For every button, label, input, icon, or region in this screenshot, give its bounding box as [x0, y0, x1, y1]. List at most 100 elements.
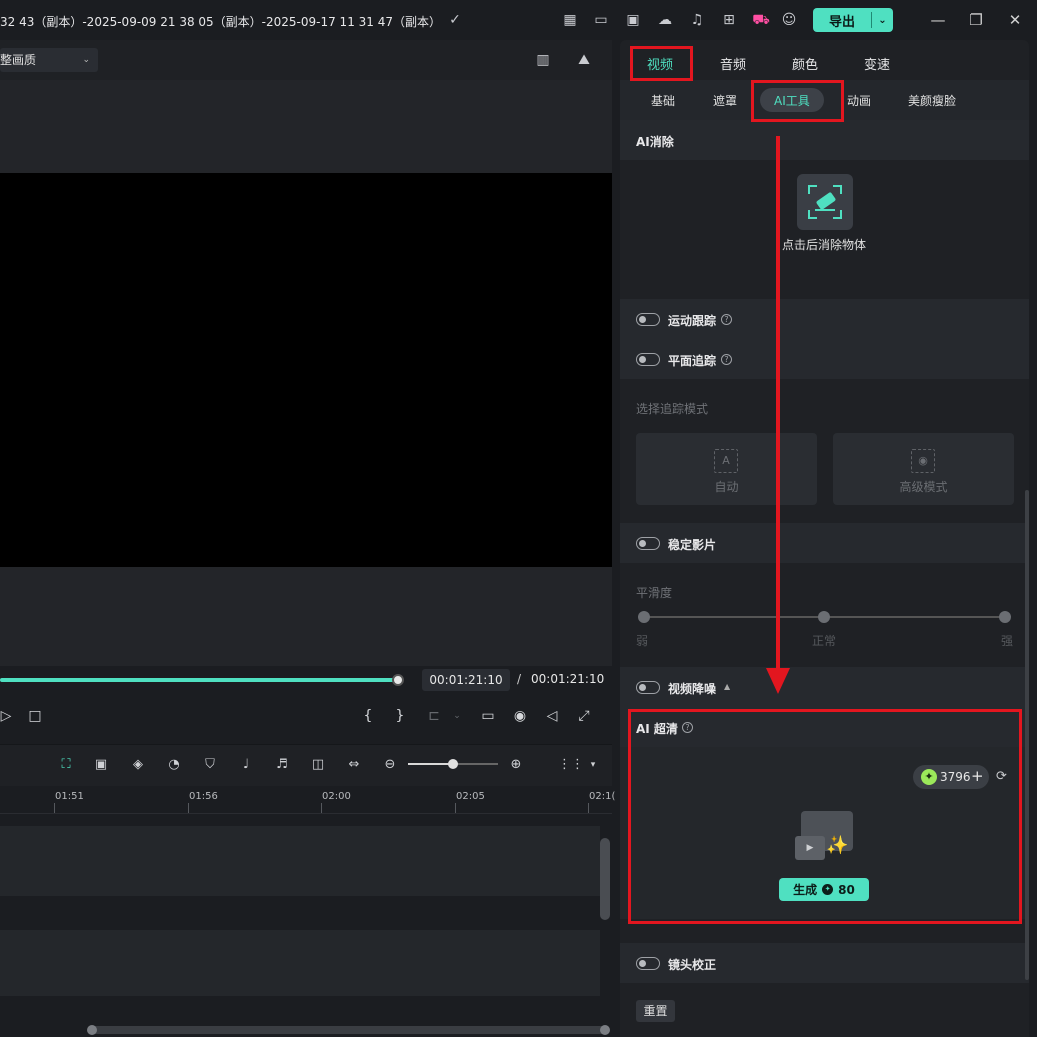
- ruler-label: 02:00: [322, 791, 351, 802]
- mark-in-icon[interactable]: {: [358, 706, 378, 726]
- planar-tracking-label: 平面追踪: [668, 354, 717, 368]
- video-frame[interactable]: [0, 173, 612, 567]
- annotation-box-ai-tools: [751, 80, 844, 122]
- minimize-icon[interactable]: —: [928, 10, 948, 30]
- annotation-arrow-line: [776, 136, 780, 676]
- sub-tab-basic[interactable]: 基础: [651, 92, 675, 109]
- timeline-track[interactable]: [0, 826, 600, 896]
- tab-audio[interactable]: 音频: [720, 54, 746, 73]
- timecode-current[interactable]: 00:01:21:10: [422, 669, 510, 691]
- zoom-in-icon[interactable]: ⊕: [506, 755, 526, 775]
- ai-erase-label: 点击后消除物体: [782, 238, 867, 252]
- scroll-handle-left[interactable]: [87, 1025, 97, 1035]
- magnet-snap-icon[interactable]: ⛶: [56, 755, 76, 775]
- timeline-vertical-scrollbar[interactable]: [600, 838, 610, 920]
- zoom-slider-thumb[interactable]: [448, 759, 458, 769]
- ai-erase-title: AI消除: [636, 135, 674, 149]
- timeline-ruler[interactable]: [0, 786, 612, 814]
- playback-thumb[interactable]: [392, 674, 404, 686]
- ruler-tick: [588, 803, 589, 813]
- zoom-out-icon[interactable]: ⊖: [380, 755, 400, 775]
- headset-icon[interactable]: ♫: [688, 11, 706, 29]
- track-mode-auto[interactable]: A 自动: [636, 433, 817, 505]
- apps-grid-icon[interactable]: ⊞: [720, 11, 738, 29]
- denoise-toggle[interactable]: [636, 681, 660, 694]
- chevron-down-icon[interactable]: ⌄: [872, 15, 893, 26]
- sub-tab-mask[interactable]: 遮罩: [713, 92, 737, 109]
- planar-tracking-toggle[interactable]: [636, 353, 660, 366]
- grid-view-icon[interactable]: ▥: [534, 51, 552, 69]
- snapshot-icon[interactable]: ◉: [510, 706, 530, 726]
- caret-up-icon[interactable]: ▲: [724, 682, 730, 691]
- title-bar: 32 43（副本）-2025-09-09 21 38 05（副本）-2025-0…: [0, 0, 1037, 40]
- ai-erase-header: [620, 120, 1029, 160]
- cloud-upload-icon[interactable]: ☁: [656, 11, 674, 29]
- fullscreen-icon[interactable]: ⤢: [574, 706, 594, 726]
- export-button[interactable]: 导出 ⌄: [813, 8, 893, 32]
- smoothness-normal: 正常: [812, 634, 837, 648]
- auto-edit-icon[interactable]: ▣: [91, 755, 111, 775]
- chevron-down-icon[interactable]: ⌄: [447, 706, 467, 726]
- cart-icon[interactable]: ⛟: [752, 11, 770, 29]
- save-icon[interactable]: ▣: [624, 11, 642, 29]
- reset-button[interactable]: 重置: [636, 1000, 675, 1022]
- annotation-arrow-head: [766, 668, 790, 694]
- check-circle-icon[interactable]: ✓: [446, 11, 464, 29]
- project-settings-icon[interactable]: ▦: [561, 11, 579, 29]
- playback-progress[interactable]: [0, 678, 398, 682]
- track-mode-label: 选择追踪模式: [636, 402, 709, 416]
- help-icon[interactable]: ?: [721, 314, 732, 325]
- mark-out-icon[interactable]: }: [390, 706, 410, 726]
- smoothness-weak: 弱: [636, 634, 649, 648]
- help-icon[interactable]: ?: [721, 354, 732, 365]
- ai-clip-icon[interactable]: ◈: [128, 755, 148, 775]
- ruler-label: 02:1(: [589, 791, 616, 802]
- display-icon[interactable]: ▭: [478, 706, 498, 726]
- ai-erase-button[interactable]: [797, 174, 853, 230]
- quality-dropdown[interactable]: 整画质 ⌄: [0, 48, 98, 72]
- user-icon[interactable]: ☺: [780, 11, 798, 29]
- tab-speed[interactable]: 变速: [864, 54, 890, 73]
- image-icon[interactable]: ⛰: [575, 51, 593, 69]
- panel-scrollbar[interactable]: [1025, 490, 1029, 980]
- speed-icon[interactable]: ◔: [164, 755, 184, 775]
- sub-tab-animation[interactable]: 动画: [847, 92, 871, 109]
- stabilize-label: 稳定影片: [668, 538, 717, 552]
- microphone-icon[interactable]: ♩: [236, 755, 256, 775]
- track-layout-icon[interactable]: ⋮⋮: [558, 755, 584, 775]
- ruler-tick: [54, 803, 55, 813]
- annotation-box-ai-super: [628, 709, 1022, 924]
- timecode-total: 00:01:21:10: [531, 672, 605, 686]
- music-list-icon[interactable]: ♬: [272, 755, 292, 775]
- scroll-handle-right[interactable]: [600, 1025, 610, 1035]
- lens-correction-toggle[interactable]: [636, 957, 660, 970]
- layout-icon[interactable]: ▭: [592, 11, 610, 29]
- insert-icon[interactable]: ⊏: [424, 706, 444, 726]
- ruler-tick: [321, 803, 322, 813]
- stop-icon[interactable]: □: [25, 706, 45, 726]
- track-mode-advanced[interactable]: ◉ 高级模式: [833, 433, 1014, 505]
- denoise-label: 视频降噪: [668, 682, 717, 696]
- chevron-down-icon[interactable]: ▾: [583, 755, 603, 775]
- tab-color[interactable]: 颜色: [792, 54, 818, 73]
- preview-render-icon[interactable]: ◫: [308, 755, 328, 775]
- sub-tab-beauty[interactable]: 美颜瘦脸: [908, 92, 956, 109]
- track-mode-advanced-label: 高级模式: [899, 480, 948, 494]
- timeline-horizontal-scrollbar[interactable]: [88, 1026, 608, 1034]
- fit-timeline-icon[interactable]: ⇔: [344, 755, 364, 775]
- close-icon[interactable]: ✕: [1005, 10, 1025, 30]
- volume-icon[interactable]: ◁: [542, 706, 562, 726]
- shield-icon[interactable]: ⛉: [200, 755, 220, 775]
- export-label: 导出: [828, 14, 855, 30]
- ruler-tick: [188, 803, 189, 813]
- smoothness-stop[interactable]: [638, 611, 650, 623]
- play-icon[interactable]: ▷: [0, 706, 16, 726]
- motion-tracking-toggle[interactable]: [636, 313, 660, 326]
- stabilize-toggle[interactable]: [636, 537, 660, 550]
- smoothness-stop[interactable]: [999, 611, 1011, 623]
- smoothness-stop[interactable]: [818, 611, 830, 623]
- timeline-track[interactable]: [0, 930, 600, 996]
- timecode-separator: /: [517, 672, 522, 686]
- ruler-label: 02:05: [456, 791, 485, 802]
- restore-icon[interactable]: ❐: [966, 10, 986, 30]
